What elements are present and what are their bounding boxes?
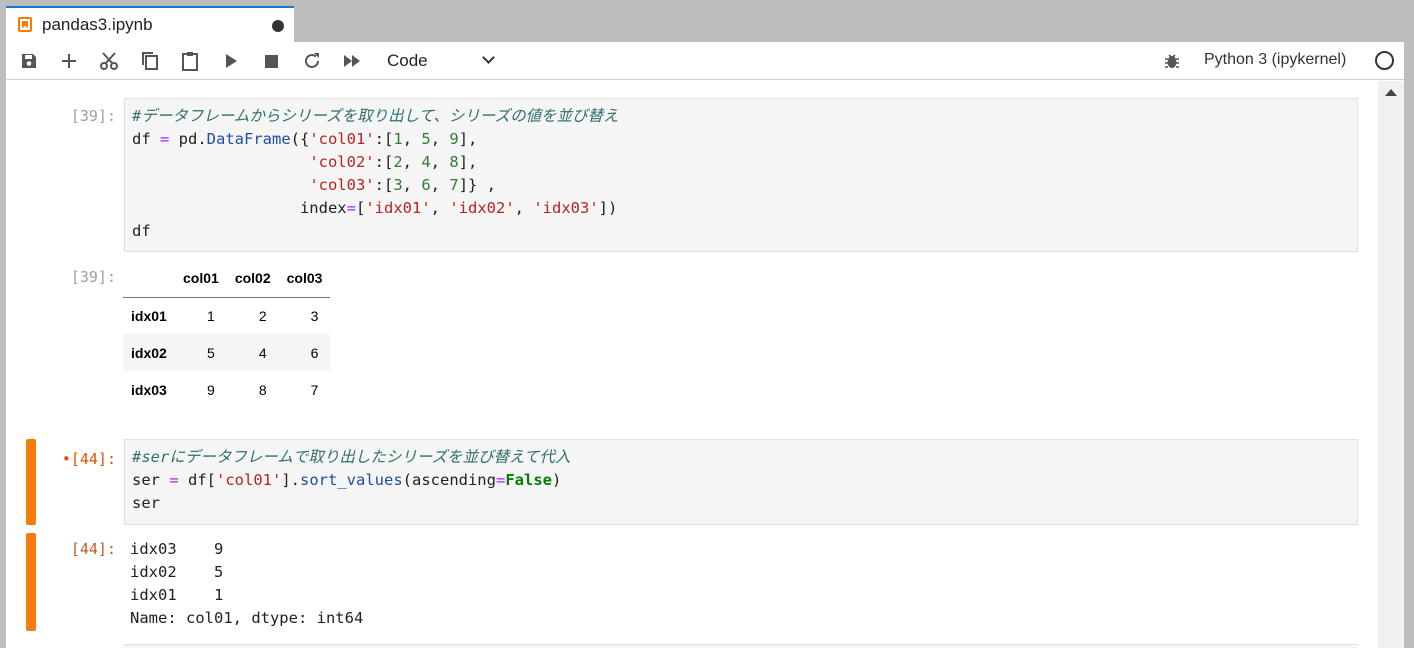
tab-notebook[interactable]: pandas3.ipynb (6, 6, 294, 42)
table-row: idx03 9 8 7 (123, 371, 330, 408)
chevron-down-icon (482, 51, 495, 64)
code-line: 'col02':[2, 4, 8], (309, 153, 478, 171)
cell-type-label: Code (387, 51, 428, 70)
row-index: idx01 (131, 307, 167, 324)
output-line: Name: col01, dtype: int64 (130, 609, 364, 627)
output-line: idx02 5 (130, 563, 224, 581)
table-cell: 9 (207, 381, 215, 398)
notebook-toolbar: Code Python 3 (ipykernel) (6, 42, 1404, 80)
notebook-cells: [39]: #データフレームからシリーズを取り出して、シリーズの値を並び替え d… (6, 81, 1378, 648)
add-cell-icon[interactable] (58, 50, 80, 72)
output-line: idx01 1 (130, 586, 224, 604)
table-row: idx01 1 2 3 (123, 297, 330, 334)
restart-icon[interactable] (301, 50, 323, 72)
table-cell: 4 (258, 344, 267, 361)
table-cell: 5 (207, 344, 215, 361)
code-line: index=['idx01', 'idx02', 'idx03']) (132, 199, 618, 217)
cell-type-select[interactable]: Code (387, 47, 497, 75)
run-icon[interactable] (220, 50, 242, 72)
input-prompt: •[44]: (61, 450, 116, 468)
column-header: col01 (175, 259, 227, 298)
column-header: col02 (226, 259, 279, 298)
row-index: idx02 (131, 344, 167, 361)
notebook-panel: Code Python 3 (ipykernel) [39]: #データフレーム… (6, 42, 1404, 648)
table-cell: 2 (258, 307, 267, 324)
column-header: col03 (278, 259, 331, 298)
table-row: idx02 5 4 6 (123, 334, 331, 371)
cut-icon[interactable] (98, 50, 120, 72)
notebook-icon (18, 17, 32, 32)
code-line: 'col03':[3, 6, 7]} , (309, 176, 497, 194)
row-index: idx03 (131, 381, 167, 398)
tab-bar: pandas3.ipynb (0, 0, 1414, 42)
table-cell: 8 (258, 381, 267, 398)
stop-icon[interactable] (260, 50, 282, 72)
table-header-row: col01 col02 col03 (123, 259, 331, 298)
output-prompt: [44]: (70, 540, 116, 558)
bug-icon[interactable] (1161, 50, 1183, 72)
code-line: ser (132, 494, 160, 512)
code-comment: #serにデータフレームで取り出したシリーズを並び替えて代入 (132, 448, 571, 466)
output-line: idx03 9 (130, 540, 224, 558)
code-comment: #データフレームからシリーズを取り出して、シリーズの値を並び替え (132, 107, 619, 125)
table-cell: 3 (310, 307, 319, 324)
unsaved-indicator-icon[interactable] (272, 20, 284, 32)
index-header (123, 259, 175, 298)
paste-icon[interactable] (179, 50, 201, 72)
kernel-name[interactable]: Python 3 (ipykernel) (1204, 51, 1346, 69)
output-prompt: [39]: (70, 268, 116, 286)
fast-forward-icon[interactable] (341, 50, 363, 72)
scrollbar[interactable] (1378, 81, 1404, 648)
table-cell: 1 (207, 307, 215, 324)
tab-title: pandas3.ipynb (42, 15, 153, 34)
save-icon[interactable] (18, 50, 40, 72)
code-editor[interactable]: #データフレームからシリーズを取り出して、シリーズの値を並び替え df = pd… (124, 98, 1358, 252)
table-cell: 7 (310, 381, 319, 398)
code-line: df (132, 222, 151, 240)
code-editor[interactable]: #serにデータフレームで取り出したシリーズを並び替えて代入 ser = df[… (124, 439, 1358, 525)
scroll-up-icon[interactable] (1385, 89, 1397, 96)
input-prompt: [39]: (70, 107, 116, 125)
table-cell: 6 (310, 344, 319, 361)
output-text: idx03 9 idx02 5 idx01 1 Name: col01, dty… (130, 538, 363, 630)
code-line: ser = df['col01'].sort_values(ascending=… (132, 471, 562, 489)
kernel-status-icon (1375, 51, 1394, 70)
code-line: df = pd.DataFrame({'col01':[1, 5, 9], (132, 130, 478, 148)
next-cell-edge (124, 644, 1358, 648)
copy-icon[interactable] (139, 50, 161, 72)
dataframe-table: col01 col02 col03 idx01 1 2 3 idx02 5 4 … (123, 259, 331, 408)
